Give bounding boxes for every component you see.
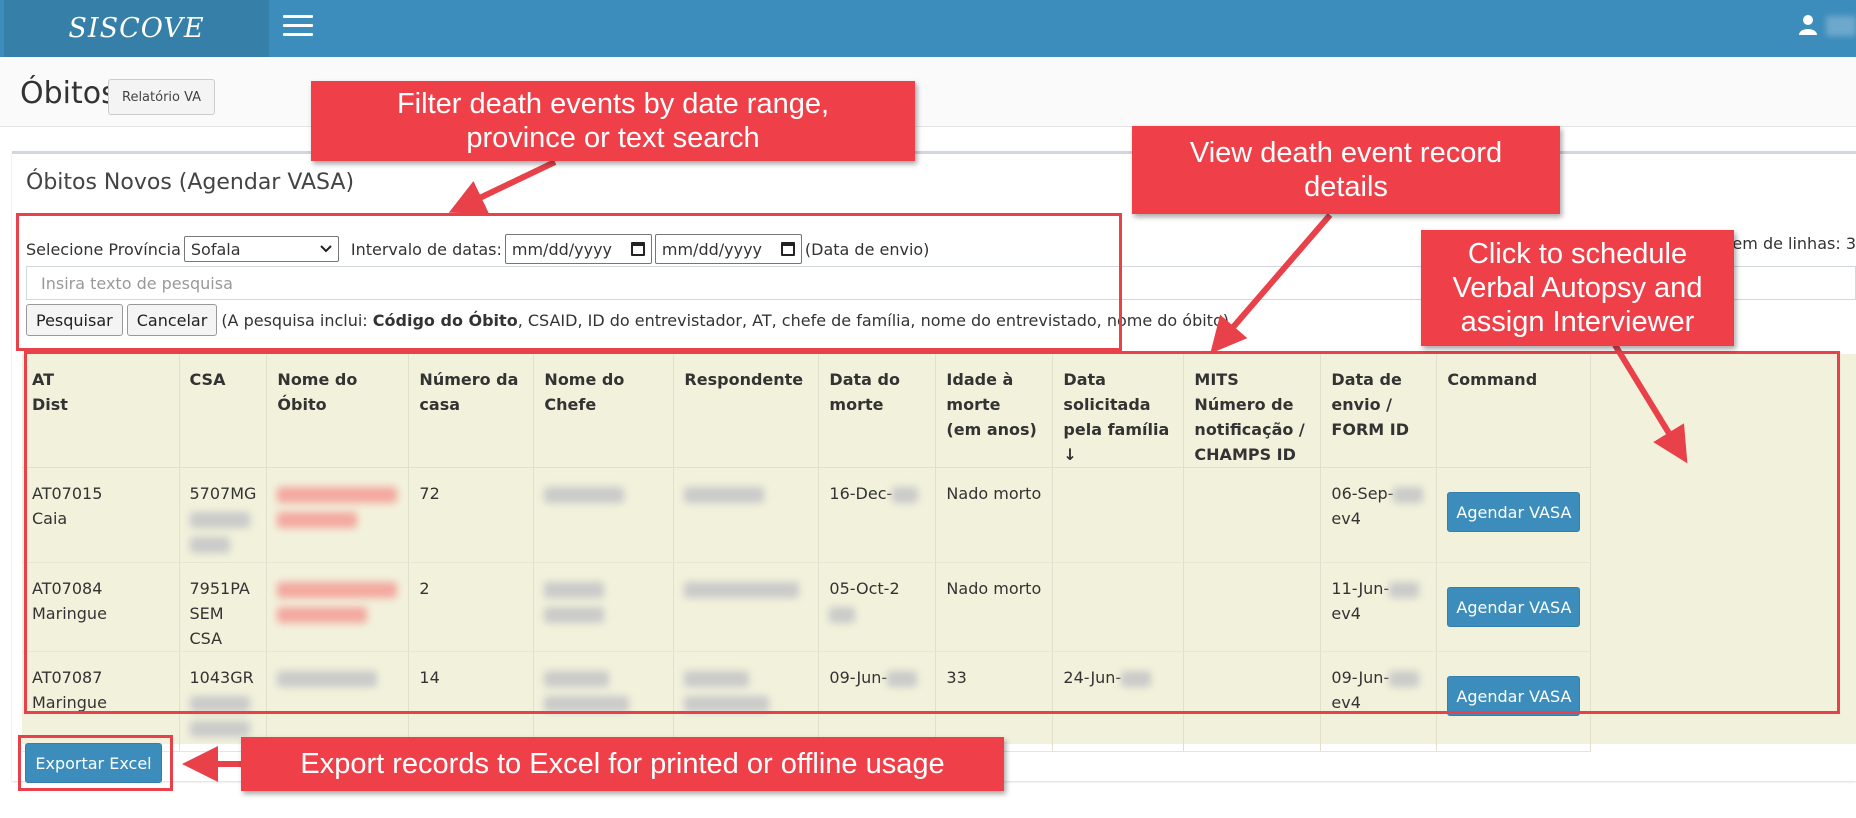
- province-select[interactable]: Sofala: [183, 236, 339, 262]
- callout-export: Export records to Excel for printed or o…: [241, 737, 1004, 791]
- calendar-icon[interactable]: [630, 242, 645, 256]
- col-header-house-number[interactable]: Número da casa: [408, 354, 535, 468]
- table-row[interactable]: AT07084 Maringue 7951PA SEM CSA 2 05-Oct-2…: [22, 562, 1592, 652]
- cancel-button[interactable]: Cancelar: [126, 304, 218, 336]
- col-header-death-name[interactable]: Nome do Óbito: [266, 354, 410, 468]
- search-button-row: Pesquisar Cancelar (A pesquisa inclui: C…: [26, 304, 1229, 336]
- col-header-respondent[interactable]: Respondente: [673, 354, 820, 468]
- chevron-down-icon: [320, 245, 332, 253]
- menu-toggle-icon[interactable]: [283, 15, 313, 39]
- date-from-input[interactable]: mm/dd/yyyy: [504, 234, 652, 264]
- user-icon[interactable]: [1798, 14, 1818, 36]
- col-header-requested-date[interactable]: Data solicitada pela família ↓: [1052, 354, 1185, 468]
- date-to-input[interactable]: mm/dd/yyyy: [654, 234, 802, 264]
- search-hint-rest: , CSAID, ID do entrevistador, AT, chefe …: [517, 310, 1229, 330]
- province-value: Sofala: [190, 239, 241, 259]
- deaths-table-container: AT Dist CSA Nome do Óbito Número da casa …: [22, 354, 1856, 752]
- report-va-button[interactable]: Relatório VA: [108, 79, 216, 115]
- calendar-icon[interactable]: [780, 242, 795, 256]
- search-button[interactable]: Pesquisar: [26, 304, 123, 336]
- page-title: Óbitos: [20, 76, 117, 111]
- date-from-value: mm/dd/yyyy: [511, 239, 613, 259]
- app-brand[interactable]: SISCOVE: [4, 0, 269, 57]
- callout-filter: Filter death events by date range, provin…: [311, 81, 915, 161]
- deaths-table: AT Dist CSA Nome do Óbito Número da casa …: [22, 354, 1592, 752]
- date-range-label: Intervalo de datas:: [350, 239, 502, 259]
- col-header-mits-id[interactable]: MITS Número de notificação / CHAMPS ID: [1183, 354, 1322, 468]
- col-header-head-name[interactable]: Nome do Chefe: [533, 354, 675, 468]
- page-header: Óbitos Relatório VA: [0, 57, 1856, 127]
- box-title: Óbitos Novos (Agendar VASA): [26, 170, 355, 195]
- export-excel-button[interactable]: Exportar Excel: [25, 743, 162, 783]
- col-header-csa[interactable]: CSA: [179, 354, 268, 468]
- table-row[interactable]: AT07015 Caia 5707MG 72 16-Dec- Nado morto…: [22, 467, 1592, 563]
- col-header-command: Command: [1436, 354, 1592, 468]
- rows-per-page-label: gem de linhas: 3: [1722, 234, 1856, 253]
- col-header-age[interactable]: Idade à morte (em anos): [935, 354, 1054, 468]
- col-header-sent-date[interactable]: Data de envio / FORM ID: [1320, 354, 1438, 468]
- search-hint-prefix: (A pesquisa inclui:: [221, 310, 368, 330]
- schedule-vasa-button[interactable]: Agendar VASA: [1447, 587, 1581, 627]
- schedule-vasa-button[interactable]: Agendar VASA: [1447, 492, 1581, 532]
- col-header-death-date[interactable]: Data do morte: [818, 354, 937, 468]
- callout-details: View death event record details: [1132, 126, 1560, 214]
- table-header-row: AT Dist CSA Nome do Óbito Número da casa …: [22, 354, 1592, 468]
- search-hint-bold: Código do Óbito: [372, 310, 518, 330]
- schedule-vasa-button[interactable]: Agendar VASA: [1447, 676, 1581, 716]
- top-navbar: SISCOVE: [0, 0, 1856, 57]
- callout-schedule: Click to schedule Verbal Autopsy and assig…: [1421, 230, 1734, 346]
- filter-row: Selecione Província Sofala Intervalo de …: [26, 234, 929, 264]
- province-label: Selecione Província: [26, 239, 181, 259]
- date-note: (Data de envio): [804, 239, 930, 259]
- col-header-at-dist[interactable]: AT Dist: [22, 354, 180, 468]
- date-to-value: mm/dd/yyyy: [661, 239, 763, 259]
- user-name-redacted: [1826, 16, 1856, 36]
